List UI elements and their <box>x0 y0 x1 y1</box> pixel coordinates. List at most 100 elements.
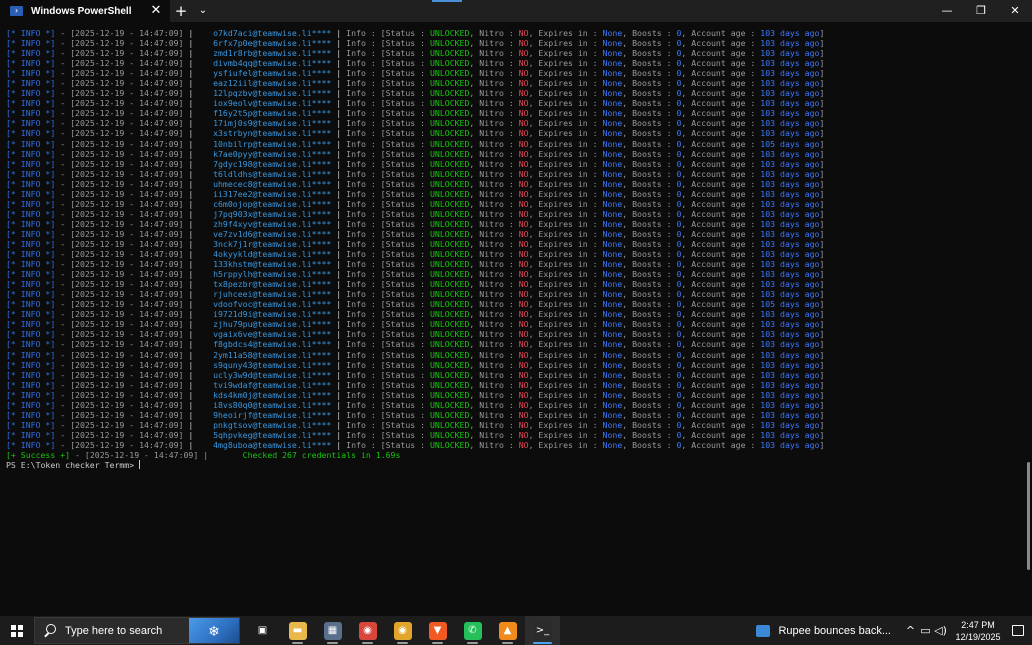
log-user: divmb4qq@teamwise.li**** <box>213 58 332 69</box>
log-nitro-value: NO <box>518 379 529 390</box>
log-boosts-label: , Boosts : <box>622 28 677 38</box>
log-info-label: Info : [Status : <box>346 319 430 330</box>
log-age-suffix: ] <box>819 269 825 280</box>
close-button[interactable]: ✕ <box>998 0 1032 22</box>
log-age-suffix: ] <box>819 439 825 450</box>
log-user: ii317ee2@teamwise.li**** <box>213 188 332 199</box>
log-nitro-value: NO <box>518 28 529 38</box>
notification-center-button[interactable] <box>1004 616 1032 645</box>
log-expires-label: , Expires in : <box>528 138 603 149</box>
log-nitro-value: NO <box>518 228 529 239</box>
log-nitro-value: NO <box>518 38 529 49</box>
log-status-value: UNLOCKED <box>429 178 470 189</box>
log-status-value: UNLOCKED <box>429 38 470 49</box>
log-age-value: 105 days ago <box>760 138 820 149</box>
log-tag: [* INFO *] <box>6 339 56 350</box>
file-explorer-taskbar-button[interactable]: ▬ <box>280 616 315 645</box>
tab-close-icon[interactable]: ✕ <box>148 3 164 19</box>
log-tag: [* INFO *] <box>6 319 56 330</box>
tab-dropdown-icon[interactable]: ⌄ <box>192 0 214 22</box>
chrome-taskbar-button[interactable]: ◉ <box>350 616 385 645</box>
log-expires-value: None <box>602 259 623 270</box>
log-nitro-label: , Nitro : <box>469 178 519 189</box>
log-age-suffix: ] <box>819 78 825 89</box>
title-bar-drag-area[interactable] <box>214 0 930 22</box>
log-expires-value: None <box>602 299 623 310</box>
log-expires-label: , Expires in : <box>528 98 603 109</box>
log-age-label: , Account age : <box>681 68 761 79</box>
log-expires-value: None <box>602 118 623 129</box>
log-age-suffix: ] <box>819 389 825 400</box>
log-tag: [* INFO *] <box>6 218 56 229</box>
calculator-taskbar-button[interactable]: ▦ <box>315 616 350 645</box>
tab-windows-powershell[interactable]: › Windows PowerShell ✕ <box>0 0 170 22</box>
log-line: [* INFO *] - [2025-12-19 - 14:47:09] | 5… <box>6 429 825 440</box>
log-nitro-value: NO <box>518 259 529 270</box>
log-nitro-value: NO <box>518 289 529 300</box>
news-widget[interactable]: Rupee bounces back... <box>756 624 891 637</box>
log-tag: [* INFO *] <box>6 228 56 239</box>
log-dash: - <box>60 198 66 209</box>
log-tag: [* INFO *] <box>6 58 56 69</box>
terminal-taskbar-button[interactable]: >_ <box>525 616 560 645</box>
chevron-up-icon[interactable]: ^ <box>903 624 918 637</box>
search-placeholder: Type here to search <box>65 624 163 637</box>
log-tag: [* INFO *] <box>6 439 56 450</box>
network-icon[interactable]: ▭ <box>918 624 933 637</box>
log-dash: - <box>60 319 66 330</box>
log-user: zh9f4xyv@teamwise.li**** <box>213 218 332 229</box>
log-nitro-value: NO <box>518 279 529 290</box>
log-timestamp: [2025-12-19 - 14:47:09] <box>70 48 184 59</box>
log-tag: [* INFO *] <box>6 118 56 129</box>
clock[interactable]: 2:47 PM 12/19/2025 <box>952 619 1004 643</box>
volume-icon[interactable]: ◁) <box>933 624 948 637</box>
log-boosts-label: , Boosts : <box>622 249 677 260</box>
new-tab-button[interactable]: + <box>170 0 192 22</box>
log-timestamp: [2025-12-19 - 14:47:09] <box>70 289 184 300</box>
log-age-suffix: ] <box>819 138 825 149</box>
log-expires-value: None <box>602 379 623 390</box>
log-expires-label: , Expires in : <box>528 208 603 219</box>
log-age-suffix: ] <box>819 319 825 330</box>
log-line: [* INFO *] - [2025-12-19 - 14:47:09] | r… <box>6 289 825 300</box>
log-timestamp: [2025-12-19 - 14:47:09] <box>70 58 184 69</box>
log-dash: - <box>60 58 66 69</box>
chrome-alt-taskbar-button[interactable]: ◉ <box>385 616 420 645</box>
maximize-button[interactable]: ❐ <box>964 0 998 22</box>
chrome-alt-icon: ◉ <box>393 621 412 640</box>
brave-taskbar-button[interactable]: ▼ <box>420 616 455 645</box>
taskbar-search-box[interactable]: Type here to search ❄ <box>34 617 240 644</box>
log-line: [* INFO *] - [2025-12-19 - 14:47:09] | 1… <box>6 138 825 149</box>
log-info-label: Info : [Status : <box>346 369 430 380</box>
log-age-label: , Account age : <box>681 78 761 89</box>
log-dash: - <box>60 218 66 229</box>
log-boosts-label: , Boosts : <box>622 158 677 169</box>
log-tag: [* INFO *] <box>6 38 56 49</box>
log-status-value: UNLOCKED <box>429 279 470 290</box>
log-timestamp: [2025-12-19 - 14:47:09] <box>70 208 184 219</box>
terminal-output[interactable]: [* INFO *] - [2025-12-19 - 14:47:09] | o… <box>0 22 1032 616</box>
log-timestamp: [2025-12-19 - 14:47:09] <box>70 138 184 149</box>
minimize-button[interactable]: — <box>930 0 964 22</box>
log-timestamp: [2025-12-19 - 14:47:09] <box>70 228 184 239</box>
scrollbar-thumb[interactable] <box>1027 462 1030 570</box>
whatsapp-taskbar-button[interactable]: ✆ <box>455 616 490 645</box>
start-button[interactable] <box>0 616 34 645</box>
success-line: [+ Success +] - [2025-12-19 - 14:47:09] … <box>6 449 401 460</box>
vlc-taskbar-button[interactable]: ▲ <box>490 616 525 645</box>
log-timestamp: [2025-12-19 - 14:47:09] <box>70 218 184 229</box>
log-info-label: Info : [Status : <box>346 48 430 59</box>
log-dash: - <box>60 389 66 400</box>
log-line: [* INFO *] - [2025-12-19 - 14:47:09] | z… <box>6 218 825 229</box>
log-nitro-value: NO <box>518 98 529 109</box>
log-expires-value: None <box>602 369 623 380</box>
log-nitro-label: , Nitro : <box>469 399 519 410</box>
log-age-suffix: ] <box>819 58 825 69</box>
prompt-line[interactable]: PS E:\Token checker Termm> <box>6 460 1032 470</box>
log-status-value: UNLOCKED <box>429 128 470 139</box>
log-nitro-value: NO <box>518 359 529 370</box>
log-nitro-value: NO <box>518 218 529 229</box>
log-user: pnkgtsov@teamwise.li**** <box>213 419 332 430</box>
task-view-taskbar-button[interactable]: ▣ <box>245 616 280 645</box>
log-age-value: 103 days ago <box>760 108 820 119</box>
